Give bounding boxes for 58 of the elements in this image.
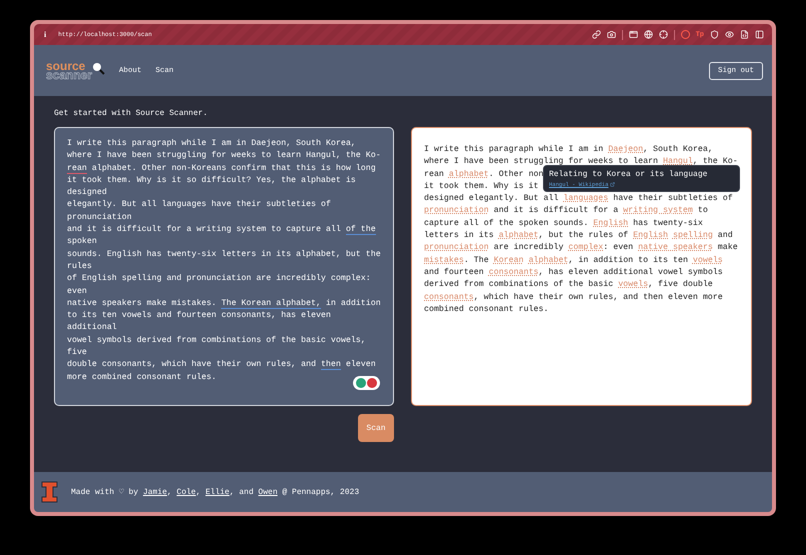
term-link[interactable]: spelling: [672, 231, 713, 240]
term-link[interactable]: mistakes: [424, 256, 464, 265]
term-link[interactable]: vowels: [618, 280, 648, 290]
result-text-line: mistakes. The Korean alphabet, in addition to its ten vowels: [424, 254, 723, 267]
result-text-line: pronunciation and it is difficult for a writing system to: [424, 205, 708, 218]
scan-button[interactable]: Scan: [358, 414, 394, 442]
term-link[interactable]: languages: [563, 194, 608, 204]
result-text-line: it took them. Why is it: [424, 180, 539, 193]
term-link[interactable]: vowels: [692, 256, 723, 265]
writing-assistant-icon[interactable]: [353, 376, 380, 390]
file-icon[interactable]: [740, 30, 749, 39]
result-text-line: derived from combinations of the basic vowels, five double: [424, 279, 713, 292]
link-icon[interactable]: [592, 30, 601, 39]
circle-icon[interactable]: [680, 30, 690, 39]
term-link[interactable]: English: [633, 231, 668, 240]
crosshair-icon[interactable]: [658, 30, 668, 39]
term-link[interactable]: consonants: [424, 292, 474, 302]
result-text-line: consonants, which have their own rules, and then eleven more: [424, 292, 723, 304]
footer-text: Made with ♡ by Jamie, Cole, Ellie, and Owen @ Pennapps, 2023: [71, 487, 360, 497]
term-link[interactable]: Korean: [494, 256, 524, 265]
external-link-icon: [610, 182, 616, 187]
author-link[interactable]: Ellie: [205, 488, 230, 497]
author-link[interactable]: Owen: [258, 488, 278, 497]
result-text-line: rean alphabet. Other non: [424, 168, 544, 181]
shield-icon[interactable]: [710, 30, 719, 39]
term-link[interactable]: complex: [568, 243, 604, 252]
term-link[interactable]: alphabet: [528, 256, 568, 265]
result-text-line: combined consonant rules.: [424, 304, 548, 316]
term-link[interactable]: native speakers: [638, 243, 713, 252]
result-text-line: I write this paragraph while I am in Daejeon, South Korea,: [424, 144, 713, 156]
author-link[interactable]: Cole: [176, 488, 196, 497]
term-link[interactable]: pronunciation: [424, 243, 489, 252]
camera-icon[interactable]: [606, 30, 616, 39]
result-text-line: designed elegantly. But all languages have their subtleties of: [424, 193, 733, 206]
info-icon[interactable]: i: [42, 30, 48, 39]
result-text-line: letters in its alphabet, but the rules of English spelling and: [424, 230, 733, 242]
author-link[interactable]: Jamie: [143, 488, 168, 497]
term-link[interactable]: writing system: [623, 206, 693, 216]
term-link[interactable]: alphabet: [498, 231, 539, 240]
result-text-line: and fourteen consonants, has eleven additional vowel symbols: [424, 266, 723, 279]
text-input[interactable]: I write this paragraph while I am in Daejeon, South Korea, where I have been struggling for weeks to learn Hangul, the Ko- rean alphabet. Other non-Koreans confirm that this is how long it took them. Why is it so difficult? Yes, the alphabet is designed elegantly. But all languages have their subtleties of pronunciation and it is difficult for a writing system to capture all of the spoken sounds. English has twenty-six letters in its alphabet, but the rules of English spelling and pronunciation are incredibly complex: even native speakers make mistakes. The Korean alphabet, in addition to its ten vowels and fourteen consonants, has eleven additional vowel symbols derived from combinations of the basic vowels, five double consonants, which have their own rules, and then eleven more combined consonant rules.: [54, 127, 394, 406]
intro-text: Get started with Source Scanner.: [54, 109, 209, 118]
block-letter-icon: [41, 481, 58, 503]
result-text-line: pronunciation are incredibly complex: even native speakers make: [424, 242, 738, 254]
logo[interactable]: source scanner: [46, 62, 106, 80]
term-link[interactable]: consonants: [488, 268, 539, 277]
term-link[interactable]: Daejeon: [608, 145, 644, 154]
result-text-line: capture all of the spoken sounds. English has twenty-six: [424, 218, 703, 230]
term-link[interactable]: alphabet: [448, 170, 489, 179]
eye-icon[interactable]: [725, 30, 734, 39]
globe-icon[interactable]: [644, 30, 653, 39]
term-link[interactable]: English: [593, 218, 628, 228]
window-icon[interactable]: [628, 30, 638, 39]
result-text-line: where I have been struggling for weeks to learn Hangul, the Ko-: [424, 156, 738, 168]
term-link[interactable]: pronunciation: [424, 206, 489, 216]
term-link[interactable]: Hangul: [663, 157, 693, 166]
tooltip-title: Relating to Korea or its language: [549, 170, 708, 179]
sidebar-icon[interactable]: [755, 30, 764, 39]
